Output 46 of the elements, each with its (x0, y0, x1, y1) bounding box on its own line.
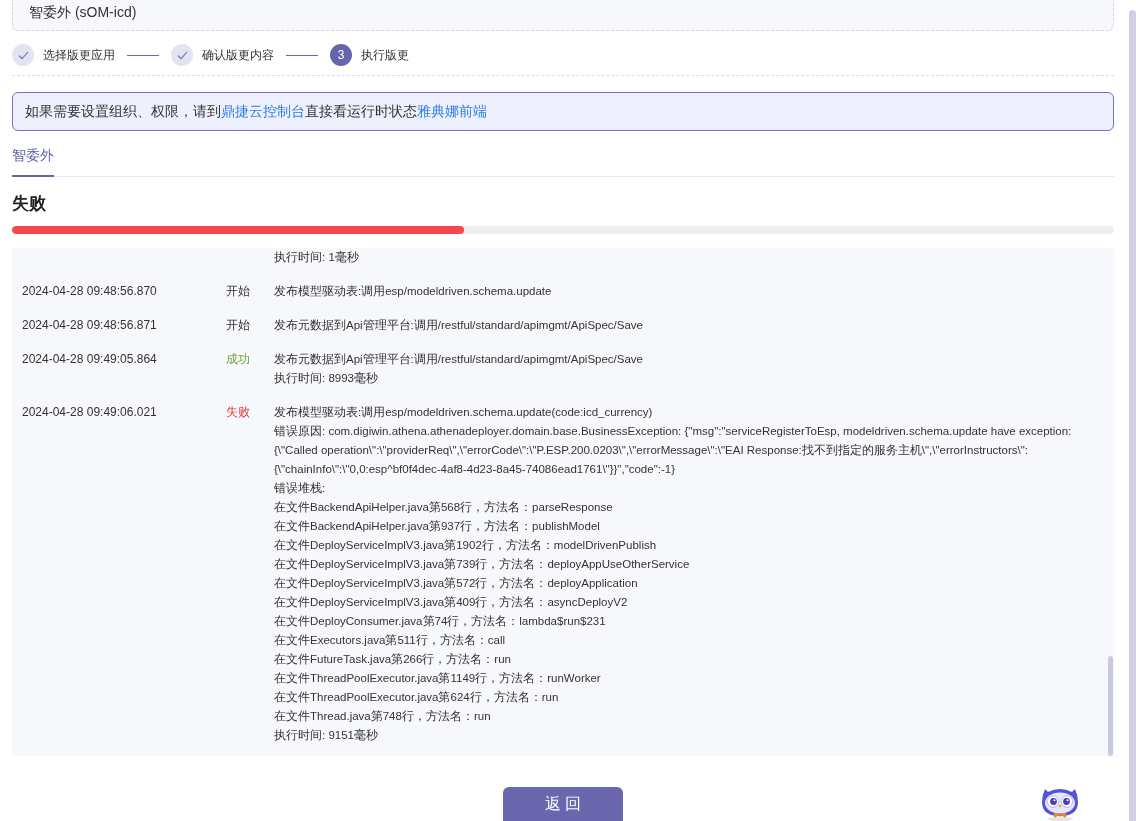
log-time: 2024-04-28 09:48:56.870 (22, 283, 157, 298)
log-line: 在文件ThreadPoolExecutor.java第624行，方法名：run (274, 689, 559, 705)
log-line: 发布模型驱动表:调用esp/modeldriven.schema.update(code:icd_currency) (274, 404, 653, 420)
log-line: 执行时间: 9151毫秒 (274, 727, 378, 743)
log-time: 2024-04-28 09:48:56.871 (22, 317, 157, 332)
log-line: 发布元数据到Api管理平台:调用/restful/standard/apimgmt/ApiSpec/Save (274, 351, 643, 367)
step-connector (286, 54, 318, 56)
log-status: 成功 (226, 351, 250, 366)
log-line: 在文件DeployConsumer.java第74行，方法名：lambda$run$231 (274, 613, 606, 629)
page-scrollbar-thumb[interactable] (1129, 10, 1136, 821)
log-line: {\"Called operation\":\"providerReq\",\"errorCode\":\"P.ESP.200.0203\",\"errorMessage\":\"EAI Response:找不到指定的服务主机\",\"errorInstructors\": (274, 442, 1028, 458)
step-connector (127, 54, 159, 56)
log-line: {\"chainInfo\":\"0,0:esp^bf0f4dec-4af8-4d23-8a45-74086ead1761\"}}","code":-1} (274, 461, 675, 477)
log-line: 执行时间: 1毫秒 (274, 249, 359, 265)
alert-message: 如果需要设置组织、权限，请到鼎捷云控制台直接看运行时状态雅典娜前端 (25, 102, 487, 122)
step-label: 执行版更 (361, 47, 409, 63)
log-status: 失败 (226, 404, 250, 419)
app-name: 智委外 (sOM-icd) (29, 4, 137, 20)
alert-link[interactable]: 鼎捷云控制台 (221, 103, 305, 120)
tab[interactable]: 智委外 (12, 144, 54, 177)
alert-link[interactable]: 雅典娜前端 (417, 103, 487, 120)
result-title: 失败 (12, 192, 46, 215)
log-status: 开始 (226, 317, 250, 332)
log-line: 错误原因: com.digiwin.athena.athenadeployer.domain.base.BusinessException: {"msg":"serviceRegisterToEsp, modeldriven.schema.update have exception: (274, 423, 1072, 439)
step-number: 3 (330, 44, 352, 66)
log-line: 发布模型驱动表:调用esp/modeldriven.schema.update (274, 283, 552, 299)
log-status: 开始 (226, 283, 250, 298)
back-button[interactable]: 返 回 (503, 787, 623, 821)
log-line: 在文件DeployServiceImplV3.java第409行，方法名：asyncDeployV2 (274, 594, 628, 610)
log-time: 2024-04-28 09:49:06.021 (22, 404, 157, 419)
log-line: 在文件Thread.java第748行，方法名：run (274, 708, 491, 724)
step-label: 选择版更应用 (43, 47, 115, 63)
step-label: 确认版更内容 (202, 47, 274, 63)
log-line: 发布元数据到Api管理平台:调用/restful/standard/apimgmt/ApiSpec/Save (274, 317, 643, 333)
log-line: 执行时间: 8993毫秒 (274, 370, 378, 386)
log-line: 在文件ThreadPoolExecutor.java第1149行，方法名：runWorker (274, 670, 601, 686)
log-line: 在文件BackendApiHelper.java第937行，方法名：publishModel (274, 518, 600, 534)
log-line: 在文件DeployServiceImplV3.java第572行，方法名：deployApplication (274, 575, 638, 591)
log-scrollbar-thumb[interactable] (1108, 656, 1113, 756)
log-line: 在文件DeployServiceImplV3.java第739行，方法名：deployAppUseOtherService (274, 556, 690, 572)
log-line: 在文件DeployServiceImplV3.java第1902行，方法名：modelDrivenPublish (274, 537, 657, 553)
log-time: 2024-04-28 09:49:05.864 (22, 351, 157, 366)
log-line: 在文件BackendApiHelper.java第568行，方法名：parseResponse (274, 499, 613, 515)
log-line: 在文件FutureTask.java第266行，方法名：run (274, 651, 511, 667)
log-line: 在文件Executors.java第511行，方法名：call (274, 632, 505, 648)
log-line: 错误堆栈: (274, 480, 326, 496)
